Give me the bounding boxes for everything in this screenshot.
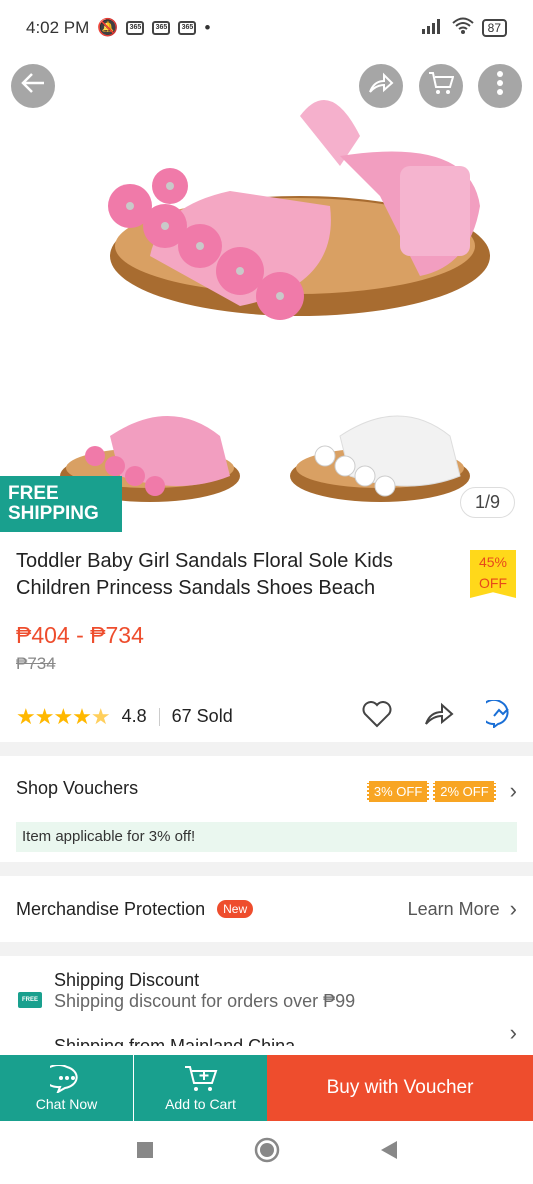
- more-options-button[interactable]: [478, 64, 522, 108]
- price-range: ₱404 - ₱734: [16, 622, 144, 648]
- messenger-icon[interactable]: [479, 699, 516, 733]
- buy-with-voucher-button[interactable]: Buy with Voucher: [267, 1055, 533, 1121]
- original-price: ₱734: [16, 654, 56, 673]
- section-divider: [0, 942, 533, 956]
- divider: [133, 1067, 134, 1109]
- badge-line: SHIPPING: [8, 503, 99, 524]
- discount-off-label: OFF: [479, 575, 507, 591]
- notification-icon: 365: [178, 21, 197, 35]
- notification-icon: 365: [126, 21, 145, 35]
- star-rating: ★★★★★: [16, 703, 111, 729]
- chat-icon: [42, 1063, 84, 1096]
- bottom-action-bar: Chat Now Add to Cart Buy with Voucher: [0, 1055, 533, 1121]
- share-icon[interactable]: [424, 702, 454, 731]
- signal-icon: [421, 18, 444, 39]
- back-triangle-icon[interactable]: [380, 1140, 398, 1165]
- add-to-cart-button[interactable]: Add to Cart: [134, 1055, 267, 1121]
- recents-icon[interactable]: [136, 1141, 154, 1164]
- home-icon[interactable]: [254, 1137, 280, 1168]
- shipping-title: Shipping Discount: [54, 970, 200, 990]
- more-vertical-icon: [496, 70, 504, 102]
- heart-icon[interactable]: [362, 700, 392, 733]
- cart-button[interactable]: [419, 64, 463, 108]
- status-bar: 4:02 PM 🔕 365 365 365 • 87: [0, 0, 533, 56]
- shipping-subtitle: Shipping discount for orders over ₱99: [54, 991, 356, 1011]
- divider: [158, 707, 160, 726]
- product-image: [60, 100, 490, 502]
- chevron-right-icon: ›: [509, 896, 517, 921]
- shop-vouchers-row[interactable]: Shop Vouchers 3% OFF 2% OFF ›: [16, 762, 517, 803]
- badge-line: FREE: [8, 483, 59, 504]
- protection-title: Merchandise Protection: [16, 898, 206, 919]
- chevron-right-icon: ›: [509, 778, 517, 803]
- voucher-tag: 2% OFF: [433, 780, 496, 802]
- add-to-cart-label: Add to Cart: [165, 1095, 236, 1112]
- sold-count: 67 Sold: [171, 706, 233, 726]
- discount-badge: 45% OFF: [470, 550, 516, 598]
- wifi-icon: [451, 17, 474, 40]
- image-counter: 1/9: [459, 487, 515, 518]
- arrow-left-icon: [20, 72, 46, 101]
- product-title: Toddler Baby Girl Sandals Floral Sole Ki…: [16, 550, 393, 599]
- merchandise-protection-row[interactable]: Merchandise Protection New Learn More ›: [16, 876, 517, 942]
- system-nav-bar: [0, 1121, 533, 1184]
- discount-percent: 45%: [478, 554, 508, 570]
- cart-plus-icon: [184, 1065, 218, 1096]
- new-badge: New: [217, 900, 254, 918]
- share-icon: [368, 72, 394, 101]
- rating-row: ★★★★★ 4.8 67 Sold: [16, 699, 516, 733]
- battery-icon: 87: [481, 19, 507, 37]
- share-button[interactable]: [359, 64, 403, 108]
- section-divider: [0, 862, 533, 876]
- product-gallery[interactable]: FREE SHIPPING 1/9: [0, 56, 533, 532]
- back-button[interactable]: [11, 64, 55, 108]
- chevron-right-icon: ›: [509, 1020, 517, 1045]
- free-shipping-badge: FREE SHIPPING: [0, 476, 122, 532]
- truck-icon: FREE: [18, 992, 42, 1008]
- more-dot-icon: •: [204, 18, 211, 37]
- cart-icon: [428, 71, 455, 102]
- learn-more-link[interactable]: Learn More: [408, 899, 500, 920]
- voucher-applicable-note: Item applicable for 3% off!: [16, 822, 517, 852]
- section-divider: [0, 742, 533, 756]
- shipping-row[interactable]: FREE Shipping Discount Shipping discount…: [16, 970, 517, 1046]
- shipping-origin: Shipping from Mainland China: [54, 1036, 296, 1046]
- rating-value: 4.8: [121, 706, 147, 726]
- voucher-tag: 3% OFF: [366, 780, 430, 802]
- mute-icon: 🔕: [97, 18, 119, 37]
- chat-now-button[interactable]: Chat Now: [0, 1055, 133, 1121]
- chat-now-label: Chat Now: [35, 1095, 98, 1112]
- notification-icon: 365: [152, 21, 171, 35]
- status-time: 4:02 PM: [26, 18, 90, 37]
